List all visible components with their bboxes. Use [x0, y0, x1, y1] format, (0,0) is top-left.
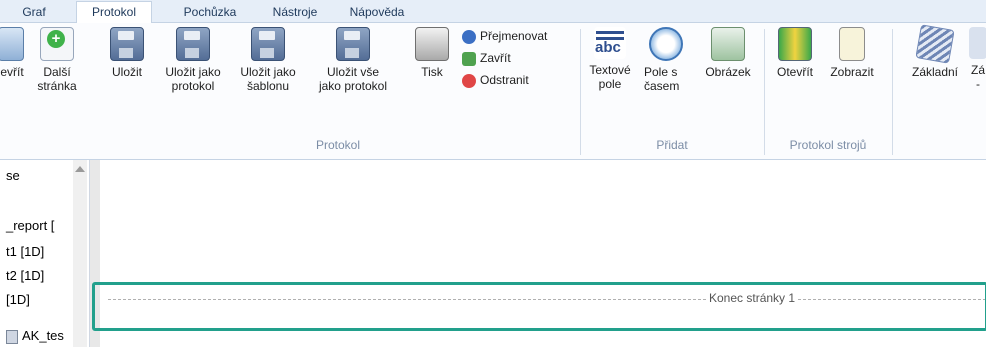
time-field-button[interactable]: Pole s časem — [644, 27, 688, 93]
save-all-button[interactable]: Uložit vše jako protokol — [308, 27, 398, 93]
remove-button[interactable]: Odstranit — [462, 71, 529, 89]
tree-item[interactable]: se — [6, 168, 20, 183]
rename-label: Přejmenovat — [480, 29, 548, 43]
machine-show-button[interactable]: Zobrazit — [824, 27, 880, 79]
tab-pochuzka[interactable]: Pochůzka — [174, 2, 246, 22]
group-separator — [580, 29, 581, 155]
remove-label: Odstranit — [480, 73, 529, 87]
machine-open-label: Otevřít — [776, 65, 813, 79]
save-as-protocol-label-2: protokol — [171, 79, 215, 93]
tab-nastroje[interactable]: Nástroje — [262, 2, 328, 22]
printer-icon — [415, 27, 449, 61]
open-chart-icon — [778, 27, 812, 61]
tree-item[interactable]: t2 [1D] — [6, 268, 44, 283]
save-as-protocol-button[interactable]: Uložit jako protokol — [156, 27, 230, 93]
floppy-disk-icon — [110, 27, 144, 61]
tree-item[interactable]: [1D] — [6, 292, 30, 307]
tree-item[interactable]: _report [ — [6, 218, 54, 233]
close-button[interactable]: Zavřít — [462, 49, 511, 67]
print-button[interactable]: Tisk — [408, 27, 456, 79]
floppy-template-icon — [251, 27, 285, 61]
print-label: Tisk — [421, 65, 443, 79]
rename-button[interactable]: Přejmenovat — [462, 27, 547, 45]
close-icon — [462, 51, 476, 66]
save-as-template-button[interactable]: Uložit jako šablonu — [232, 27, 304, 93]
tree-item-ak[interactable]: AK_tes — [6, 328, 64, 344]
basic-label: Základní — [911, 65, 959, 79]
save-as-template-label-1: Uložit jako — [240, 65, 296, 79]
remove-icon — [462, 73, 476, 88]
document-view-icon — [839, 27, 865, 61]
group-separator — [892, 29, 893, 155]
text-field-icon: abc — [594, 27, 626, 59]
next-page-label-1: Další — [43, 65, 71, 79]
basic2-label-1: Zá — [970, 63, 985, 77]
save-label: Uložit — [111, 65, 142, 79]
machine-open-button[interactable]: Otevřít — [770, 27, 820, 79]
basic2-label-2: - — [976, 77, 980, 91]
tab-protokol[interactable]: Protokol — [76, 1, 152, 24]
tree-item-label: AK_tes — [22, 328, 64, 343]
group-label-machine: Protokol strojů — [789, 138, 867, 152]
image-icon — [711, 27, 745, 61]
floppy-disk-icon — [176, 27, 210, 61]
open-folder-icon — [0, 27, 24, 61]
rename-icon — [462, 29, 476, 44]
tab-napoveda[interactable]: Nápověda — [340, 2, 414, 22]
save-as-protocol-label-1: Uložit jako — [165, 65, 221, 79]
text-field-label-2: pole — [598, 77, 622, 91]
text-field-button[interactable]: abc Textové pole — [586, 27, 634, 91]
text-field-label-1: Textové — [589, 63, 631, 77]
save-as-template-label-2: šablonu — [246, 79, 290, 93]
image-button[interactable]: Obrázek — [698, 27, 758, 79]
save-all-label-1: Uložit vše — [326, 65, 379, 79]
group-separator — [764, 29, 765, 155]
open-button[interactable]: evřít — [0, 27, 26, 79]
time-field-label-2: časem — [644, 79, 680, 93]
save-all-label-2: jako protokol — [318, 79, 388, 93]
time-field-label-1: Pole s — [644, 65, 678, 79]
add-page-icon: + — [40, 27, 74, 61]
basic-button[interactable]: Základní — [900, 24, 970, 79]
basic-button-2[interactable]: Zá - — [968, 27, 986, 91]
clock-icon — [649, 27, 683, 61]
group-label-protocol: Protokol — [315, 138, 361, 152]
ribbon-tab-bar: Graf Protokol Pochůzka Nástroje Nápověda — [0, 0, 986, 24]
image-label: Obrázek — [705, 65, 751, 79]
sidebar-scrollbar[interactable] — [73, 160, 87, 347]
scroll-up-icon[interactable] — [75, 166, 85, 172]
save-button[interactable]: Uložit — [104, 27, 150, 79]
next-page-button[interactable]: + Další stránka — [28, 27, 86, 93]
ribbon: evřít + Další stránka Uložit Uložit jako… — [0, 23, 986, 160]
open-label: evřít — [0, 65, 24, 79]
document-icon — [6, 329, 18, 344]
floppy-disk-icon — [336, 27, 370, 61]
basic-style-icon — [969, 27, 986, 59]
highlight-box — [92, 282, 986, 331]
group-label-add: Přidat — [656, 138, 688, 152]
close-label: Zavřít — [480, 51, 511, 65]
next-page-label-2: stránka — [37, 79, 77, 93]
basic-style-icon — [915, 24, 955, 64]
tree-item[interactable]: t1 [1D] — [6, 244, 44, 259]
machine-show-label: Zobrazit — [830, 65, 874, 79]
tab-graf[interactable]: Graf — [14, 2, 54, 22]
